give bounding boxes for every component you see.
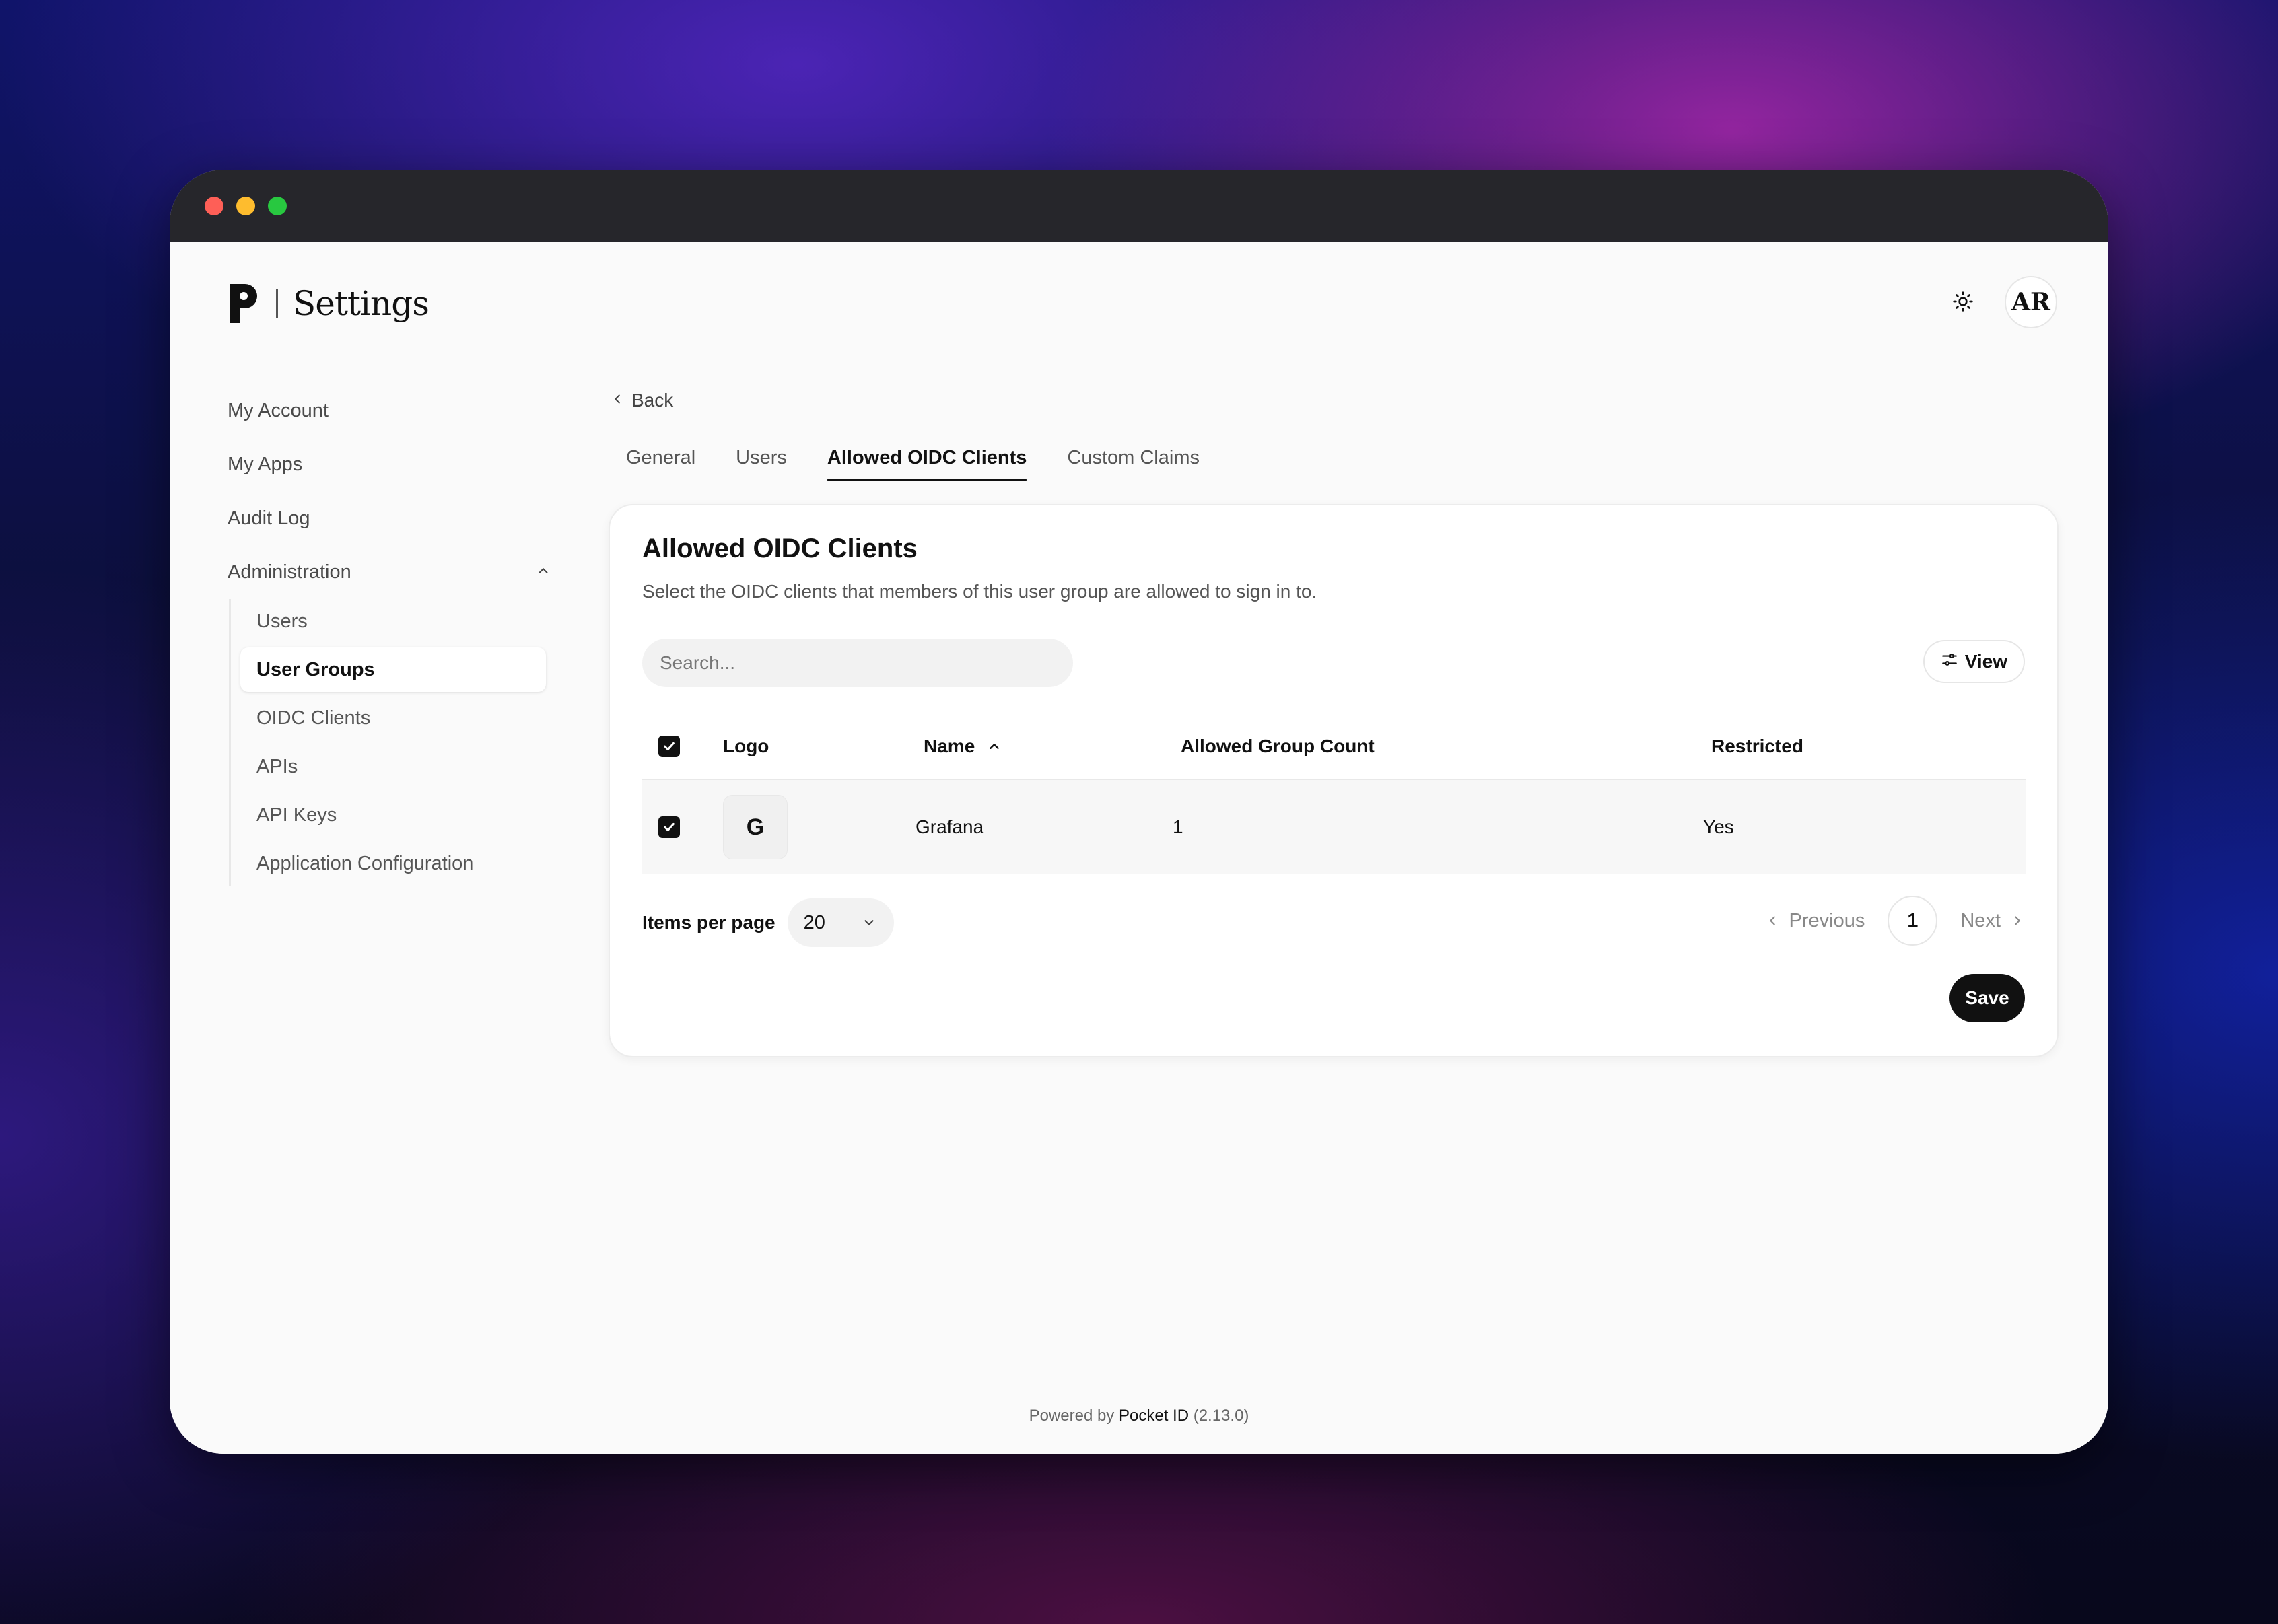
checkmark-icon	[664, 822, 675, 832]
tab-bar: General Users Allowed OIDC Clients Custo…	[626, 436, 2067, 481]
chevron-down-icon	[862, 915, 876, 930]
client-logo: G	[723, 795, 788, 859]
items-per-page-select[interactable]: 20	[787, 898, 894, 947]
sidebar-item-users[interactable]: Users	[240, 599, 564, 643]
next-label: Next	[1960, 909, 2001, 931]
items-per-page-value: 20	[803, 911, 825, 933]
sidebar-item-my-apps[interactable]: My Apps	[228, 437, 564, 491]
next-page-button[interactable]: Next	[1960, 910, 2025, 932]
save-button[interactable]: Save	[1949, 974, 2025, 1022]
table-row[interactable]: G Grafana 1 Yes	[642, 780, 2026, 874]
tab-general[interactable]: General	[626, 436, 695, 481]
pocket-id-link[interactable]: Pocket ID	[1119, 1407, 1189, 1425]
user-avatar[interactable]: AR	[2005, 276, 2057, 328]
tab-users[interactable]: Users	[736, 436, 787, 481]
pocket-id-logo-icon	[228, 281, 258, 326]
column-header-label: Name	[924, 736, 975, 756]
sidebar-item-label: Administration	[228, 561, 351, 583]
search-input[interactable]	[642, 639, 1073, 687]
view-button-label: View	[1964, 651, 2007, 672]
column-header-restricted: Restricted	[1711, 736, 1803, 756]
sun-icon	[1952, 291, 1974, 316]
client-allowed-group-count: 1	[1173, 816, 1183, 837]
tab-custom-claims[interactable]: Custom Claims	[1067, 436, 1200, 481]
sort-ascending-icon	[987, 739, 1002, 754]
back-link[interactable]: Back	[610, 384, 2067, 417]
client-name: Grafana	[916, 816, 984, 837]
app-content: Settings AR My Account My Apps Audit Log…	[170, 242, 2108, 1454]
tab-allowed-oidc-clients[interactable]: Allowed OIDC Clients	[827, 436, 1027, 481]
app-logo-area[interactable]: Settings	[228, 280, 429, 327]
page-title: Settings	[293, 284, 429, 323]
previous-label: Previous	[1789, 909, 1865, 931]
card-description: Select the OIDC clients that members of …	[642, 581, 1317, 602]
sidebar-item-apis[interactable]: APIs	[240, 744, 564, 789]
chevron-right-icon	[2001, 913, 2025, 928]
sidebar-item-user-groups[interactable]: User Groups	[240, 647, 546, 692]
footer: Powered by Pocket ID (2.13.0)	[170, 1407, 2108, 1425]
logo-separator	[276, 289, 278, 318]
checkmark-icon	[664, 742, 675, 751]
window-titlebar	[170, 170, 2108, 242]
maximize-window-button[interactable]	[268, 197, 287, 215]
sidebar-item-administration[interactable]: Administration	[228, 545, 564, 599]
pagination: Previous 1 Next	[1765, 896, 2025, 946]
sidebar-item-audit-log[interactable]: Audit Log	[228, 491, 564, 545]
sidebar-item-oidc-clients[interactable]: OIDC Clients	[240, 696, 564, 740]
view-options-button[interactable]: View	[1923, 640, 2025, 683]
client-restricted: Yes	[1703, 816, 1734, 837]
column-header-logo: Logo	[723, 736, 769, 756]
app-window: Settings AR My Account My Apps Audit Log…	[170, 170, 2108, 1454]
chevron-left-icon	[610, 390, 631, 411]
column-header-name[interactable]: Name	[924, 736, 1002, 757]
table-header-row: Logo Name Allowed Group Count Restricted	[642, 714, 2026, 780]
row-select-checkbox[interactable]	[658, 816, 680, 838]
sidebar: My Account My Apps Audit Log Administrat…	[228, 384, 564, 890]
select-all-checkbox[interactable]	[658, 736, 680, 757]
administration-submenu: Users User Groups OIDC Clients APIs API …	[229, 599, 564, 886]
sliders-icon	[1941, 651, 1965, 673]
card-title: Allowed OIDC Clients	[642, 534, 918, 563]
back-label: Back	[631, 390, 674, 411]
footer-version: (2.13.0)	[1193, 1407, 1249, 1425]
theme-toggle-button[interactable]	[1948, 288, 1978, 318]
minimize-window-button[interactable]	[236, 197, 255, 215]
main-content: Back General Users Allowed OIDC Clients …	[609, 384, 2067, 1057]
sidebar-item-api-keys[interactable]: API Keys	[240, 793, 564, 837]
sidebar-item-application-configuration[interactable]: Application Configuration	[240, 841, 564, 886]
column-header-allowed-group-count: Allowed Group Count	[1181, 736, 1375, 756]
items-per-page-label: Items per page	[642, 912, 775, 933]
chevron-left-icon	[1765, 913, 1789, 928]
oidc-clients-table: Logo Name Allowed Group Count Restricted	[642, 714, 2026, 874]
sidebar-item-my-account[interactable]: My Account	[228, 384, 564, 437]
allowed-oidc-clients-card: Allowed OIDC Clients Select the OIDC cli…	[609, 504, 2059, 1057]
items-per-page: Items per page 20	[642, 898, 894, 947]
close-window-button[interactable]	[205, 197, 223, 215]
footer-prefix: Powered by	[1029, 1407, 1115, 1425]
previous-page-button[interactable]: Previous	[1765, 910, 1865, 932]
page-number-button[interactable]: 1	[1888, 896, 1938, 946]
chevron-up-icon	[536, 561, 551, 584]
